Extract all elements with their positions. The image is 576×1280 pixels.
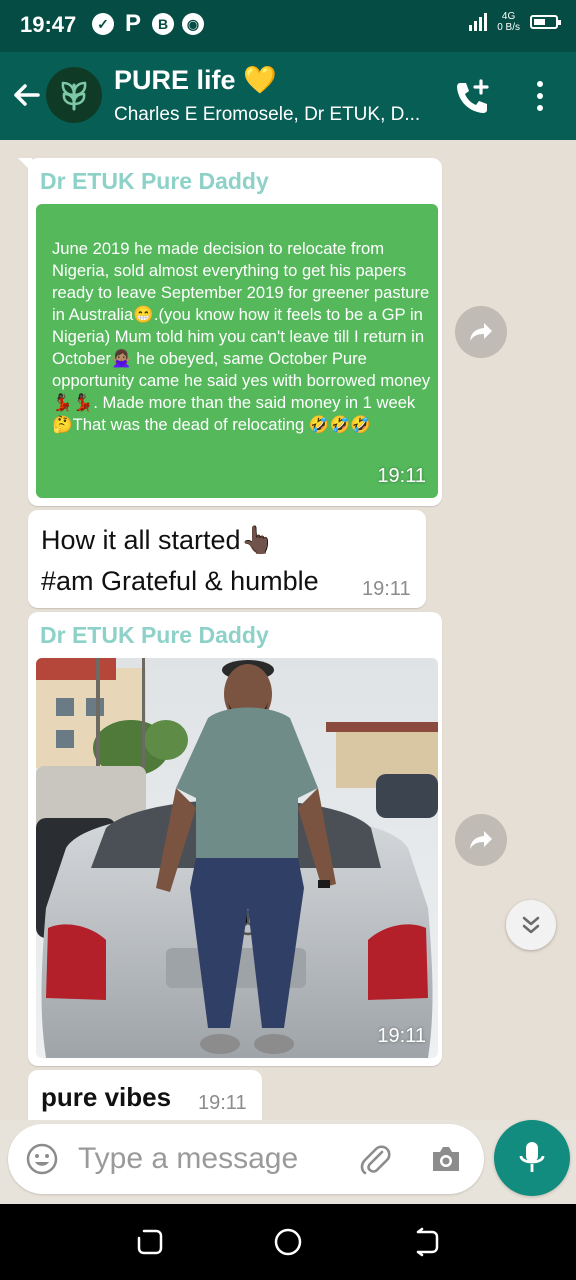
message-time: 19:11 xyxy=(362,578,411,600)
chat-area[interactable]: Dr ETUK Pure Daddy June 2019 he made dec… xyxy=(0,140,576,1120)
speed-unit: B/s xyxy=(505,22,520,33)
speed-value: 0 xyxy=(497,22,503,33)
back-nav-icon[interactable] xyxy=(410,1226,442,1258)
emoji-icon[interactable] xyxy=(26,1143,58,1175)
b-notification-icon: B xyxy=(152,13,174,35)
system-nav-bar xyxy=(0,1204,576,1280)
sender-name[interactable]: Dr ETUK Pure Daddy xyxy=(40,168,269,195)
message-composer xyxy=(8,1124,484,1194)
network-speed: 4G 0 B/s xyxy=(497,11,520,33)
message-bubble[interactable]: pure vibes 19:11 xyxy=(28,1070,262,1120)
chat-subtitle[interactable]: Charles E Eromosele, Dr ETUK, D... xyxy=(114,104,434,126)
p-notification-icon: P xyxy=(124,10,141,37)
message-bubble-photo[interactable]: Dr ETUK Pure Daddy 19:11 xyxy=(28,612,442,1066)
message-input[interactable] xyxy=(78,1138,348,1180)
chevron-double-down-icon[interactable] xyxy=(506,900,556,950)
group-avatar-icon[interactable] xyxy=(46,67,102,123)
forward-icon[interactable] xyxy=(455,306,507,358)
sender-name[interactable]: Dr ETUK Pure Daddy xyxy=(40,622,269,649)
message-bubble-text-card[interactable]: Dr ETUK Pure Daddy June 2019 he made dec… xyxy=(18,158,442,506)
message-bubble[interactable]: How it all started👆🏿 #am Grateful & humb… xyxy=(28,510,426,608)
back-arrow-icon[interactable] xyxy=(10,77,42,113)
battery-icon xyxy=(530,15,561,29)
message-line-1: How it all started👆🏿 xyxy=(41,525,275,555)
message-text: pure vibes xyxy=(41,1082,172,1112)
chat-title[interactable]: PURE life 💛 xyxy=(114,64,277,96)
card-text: June 2019 he made decision to relocate f… xyxy=(52,239,431,434)
forward-icon[interactable] xyxy=(455,814,507,866)
shield-notification-icon: ✓ xyxy=(92,13,114,35)
message-time: 19:11 xyxy=(198,1092,247,1114)
status-time: 19:47 xyxy=(20,12,77,37)
photo-image[interactable]: 19:11 xyxy=(36,658,438,1058)
signal-icon xyxy=(469,13,488,31)
chat-header: PURE life 💛 Charles E Eromosele, Dr ETUK… xyxy=(0,52,576,140)
chrome-notification-icon: ◉ xyxy=(182,13,204,35)
network-type: 4G xyxy=(501,11,516,22)
more-vert-icon[interactable] xyxy=(526,78,554,114)
recent-apps-icon[interactable] xyxy=(134,1226,166,1258)
attach-icon[interactable] xyxy=(358,1142,392,1176)
text-status-card[interactable]: June 2019 he made decision to relocate f… xyxy=(36,204,438,498)
home-icon[interactable] xyxy=(272,1226,304,1258)
message-time: 19:11 xyxy=(377,465,426,487)
status-bar: 19:47 ✓ P B ◉ 4G 0 B/s xyxy=(0,0,576,52)
message-line-2: #am Grateful & humble xyxy=(41,566,319,596)
notification-icons: ✓ P B ◉ xyxy=(92,10,204,37)
camera-icon[interactable] xyxy=(430,1144,462,1174)
message-time: 19:11 xyxy=(377,1025,426,1047)
mic-icon[interactable] xyxy=(494,1120,570,1196)
status-right: 4G 0 B/s xyxy=(469,11,561,33)
add-call-icon[interactable] xyxy=(452,77,492,117)
